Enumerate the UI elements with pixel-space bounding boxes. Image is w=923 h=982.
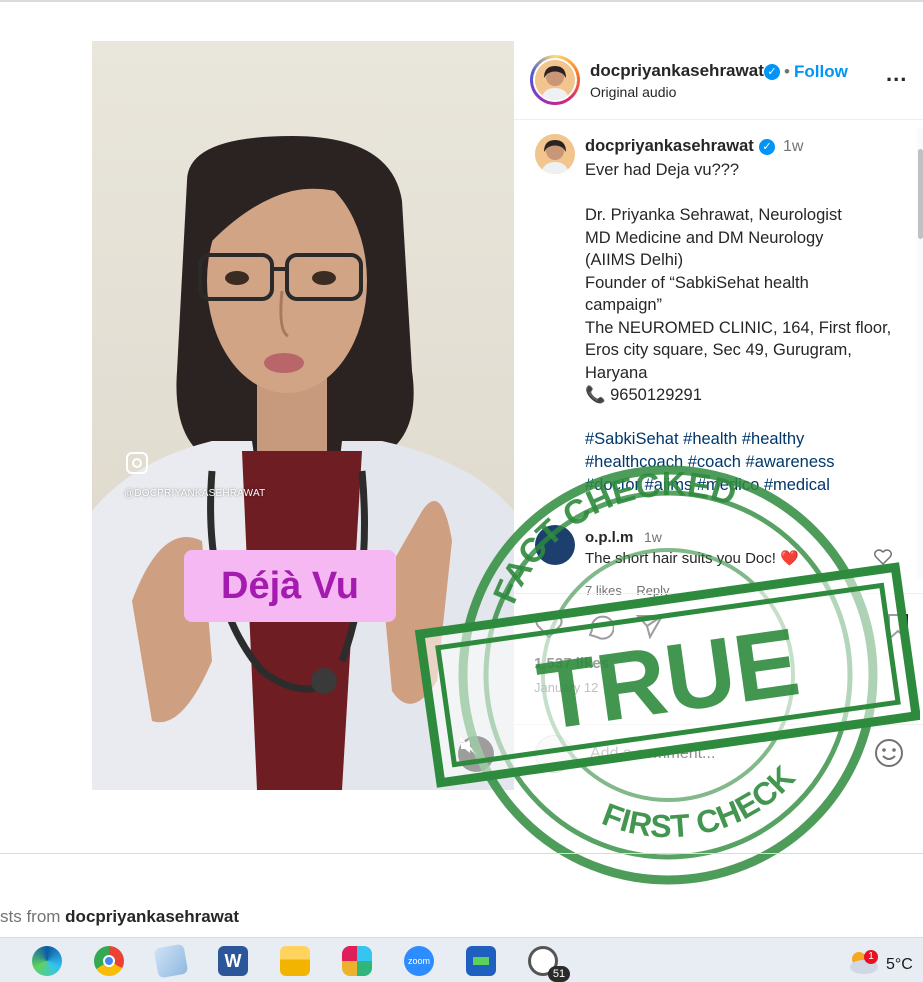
audio-label[interactable]: Original audio	[590, 84, 676, 100]
caption-username[interactable]: docpriyankasehrawat	[585, 137, 754, 156]
reply-button[interactable]: Reply	[636, 583, 669, 598]
likes-count[interactable]: 1,537 likes	[534, 655, 609, 672]
verified-badge-icon: ✓	[759, 139, 775, 155]
comment-meta: 7 likes Reply	[585, 583, 670, 598]
windows-taskbar: W zoom 51	[0, 937, 923, 982]
follow-button[interactable]: Follow	[794, 62, 848, 82]
post-date: January 12	[534, 680, 599, 695]
share-icon[interactable]	[635, 613, 664, 644]
chrome-icon[interactable]	[94, 946, 124, 976]
post-caption: Ever had Deja vu??? Dr. Priyanka Sehrawa…	[585, 161, 892, 404]
comment-likes[interactable]: 7 likes	[585, 583, 622, 598]
notepad-icon[interactable]	[153, 943, 189, 979]
like-icon[interactable]	[535, 613, 563, 644]
zoom-icon[interactable]: zoom	[404, 946, 434, 976]
comments-scrollbar[interactable]	[917, 129, 923, 579]
temperature[interactable]: 5°C	[886, 956, 913, 974]
window-top-border	[0, 0, 923, 2]
comment-icon[interactable]	[586, 613, 615, 646]
commenter-avatar[interactable]	[535, 525, 575, 565]
avatar-image	[535, 134, 575, 174]
save-icon[interactable]	[887, 613, 909, 646]
avatar-ring[interactable]	[530, 55, 580, 105]
post-header: docpriyankasehrawat ✓ • Follow Original …	[514, 41, 923, 120]
avatar-image	[535, 60, 575, 100]
separator-dot: •	[784, 62, 790, 81]
more-posts-username[interactable]: docpriyankasehrawat	[65, 907, 239, 926]
weather-badge: 1	[864, 950, 878, 964]
comment-like-icon[interactable]	[873, 549, 893, 570]
avatar	[533, 58, 577, 102]
section-divider	[0, 853, 923, 854]
comment-username[interactable]: o.p.l.m	[585, 529, 633, 546]
emoji-icon[interactable]	[874, 738, 904, 773]
more-posts-heading: sts from docpriyankasehrawat	[0, 907, 239, 927]
handle-watermark: @DOCPRIYANKASEHRAWAT	[124, 488, 266, 499]
comment-text: The short hair suits you Doc! ❤️	[585, 550, 799, 567]
instagram-watermark-icon	[126, 452, 148, 474]
actions-divider	[514, 593, 923, 594]
speaker-muted-icon	[459, 737, 477, 755]
post-panel: docpriyankasehrawat ✓ • Follow Original …	[514, 41, 923, 790]
edge-icon[interactable]	[32, 946, 62, 976]
mute-button[interactable]	[458, 736, 494, 772]
header-username[interactable]: docpriyankasehrawat	[590, 61, 764, 81]
comment-time: 1w	[644, 529, 662, 545]
file-explorer-icon[interactable]	[280, 946, 310, 976]
whatsapp-badge: 51	[548, 966, 570, 982]
word-icon[interactable]: W	[218, 946, 248, 976]
post-hashtags[interactable]: #SabkiSehat #health #healthy #healthcoac…	[585, 428, 905, 497]
app-icon[interactable]	[466, 946, 496, 976]
add-comment-input[interactable]: Add a comment...	[590, 745, 715, 763]
verified-badge-icon: ✓	[764, 64, 780, 80]
more-posts-prefix: sts from	[0, 907, 66, 926]
post-time[interactable]: 1w	[783, 138, 803, 156]
slack-icon[interactable]	[342, 946, 372, 976]
more-options-icon[interactable]: ...	[886, 61, 907, 87]
doctor-illustration	[92, 136, 514, 790]
reel-video[interactable]: @DOCPRIYANKASEHRAWAT Déjà Vu	[92, 41, 514, 790]
add-comment-divider	[514, 724, 923, 725]
caption-avatar[interactable]	[535, 134, 575, 174]
video-caption: Déjà Vu	[184, 550, 396, 622]
scrollbar-thumb[interactable]	[918, 149, 923, 239]
viewer-avatar	[535, 735, 573, 773]
